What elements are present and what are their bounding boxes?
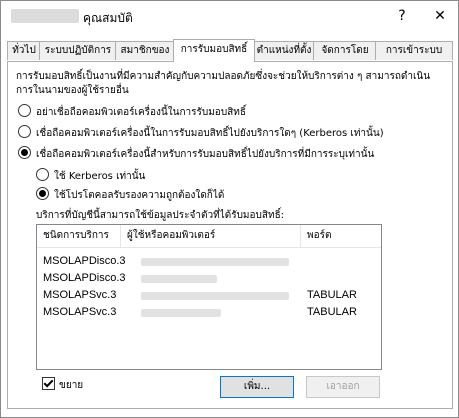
radio-label: อย่าเชื่อถือคอมพิวเตอร์เครื่องนี้ในการรั…: [36, 107, 246, 118]
table-row[interactable]: MSOLAPSvc.3 TABULAR: [37, 304, 381, 321]
add-button[interactable]: เพิ่ม...: [220, 376, 294, 398]
radio-trust-any-service[interactable]: เชื่อถือคอมพิวเตอร์เครื่องนี้ในการรับมอบ…: [18, 125, 384, 141]
radio-trust-specified-services[interactable]: เชื่อถือคอมพิวเตอร์เครื่องนี้สำหรับการรั…: [18, 146, 374, 162]
column-header-port[interactable]: พอร์ต: [301, 225, 381, 247]
radio-kerberos-only[interactable]: ใช้ Kerberos เท่านั้น: [36, 168, 145, 184]
tab-operating-system[interactable]: ระบบปฏิบัติการ: [39, 41, 117, 60]
services-list[interactable]: ชนิดการบริการ ผู้ใช้หรือคอมพิวเตอร์ พอร์…: [36, 224, 382, 370]
service-type-cell: MSOLAPSvc.3: [43, 306, 117, 318]
radio-unselected-icon[interactable]: [18, 104, 31, 117]
radio-selected-icon[interactable]: [36, 187, 49, 200]
window-title: คุณสมบัติ: [83, 11, 133, 25]
list-header: ชนิดการบริการ ผู้ใช้หรือคอมพิวเตอร์ พอร์…: [37, 225, 381, 248]
port-cell: TABULAR: [307, 306, 357, 318]
radio-selected-icon[interactable]: [18, 146, 31, 159]
tab-member-of[interactable]: สมาชิกของ: [115, 41, 175, 60]
radio-label: ใช้โปรโตคอลรับรองความถูกต้องใดก็ได้: [54, 190, 225, 201]
close-button[interactable]: ✕: [425, 5, 455, 27]
redacted-host-cell: [141, 292, 289, 300]
tab-dial-in[interactable]: การเข้าระบบ: [375, 41, 453, 60]
column-header-user-or-computer[interactable]: ผู้ใช้หรือคอมพิวเตอร์: [121, 225, 301, 247]
radio-label: เชื่อถือคอมพิวเตอร์เครื่องนี้ในการรับมอบ…: [36, 128, 384, 139]
tab-delegation[interactable]: การรับมอบสิทธิ์: [173, 39, 255, 62]
redacted-computer-name: [11, 9, 79, 23]
redacted-host-cell: [141, 309, 221, 317]
remove-button[interactable]: เอาออก: [306, 376, 380, 398]
tab-strip: ทั่วไป ระบบปฏิบัติการ สมาชิกของ การรับมอ…: [7, 39, 453, 62]
radio-do-not-trust[interactable]: อย่าเชื่อถือคอมพิวเตอร์เครื่องนี้ในการรั…: [18, 104, 246, 120]
delegation-description: การรับมอบสิทธิ์เป็นงานที่มีความสำคัญกับค…: [16, 71, 431, 96]
checkbox-checked-icon[interactable]: [42, 377, 55, 390]
expand-label: ขยาย: [59, 380, 84, 391]
properties-dialog: คุณสมบัติ ? ✕ ทั่วไป ระบบปฏิบัติการ สมาช…: [0, 0, 459, 418]
expand-checkbox-row[interactable]: ขยาย: [42, 377, 83, 393]
title-bar: คุณสมบัติ ? ✕: [1, 1, 458, 33]
radio-label: ใช้ Kerberos เท่านั้น: [54, 171, 146, 182]
service-type-cell: MSOLAPSvc.3: [43, 289, 117, 301]
services-list-label: บริการที่บัญชีนี้สามารถใช้ข้อมูลประจำตัว…: [36, 210, 285, 221]
column-header-service-type[interactable]: ชนิดการบริการ: [37, 225, 121, 247]
port-cell: TABULAR: [307, 289, 357, 301]
table-row[interactable]: MSOLAPDisco.3: [37, 270, 381, 287]
tab-location[interactable]: ตำแหน่งที่ตั้ง: [253, 41, 315, 60]
radio-label: เชื่อถือคอมพิวเตอร์เครื่องนี้สำหรับการรั…: [36, 149, 375, 160]
table-row[interactable]: MSOLAPDisco.3: [37, 253, 381, 270]
radio-unselected-icon[interactable]: [36, 168, 49, 181]
service-type-cell: MSOLAPDisco.3: [43, 272, 126, 284]
delegation-panel: การรับมอบสิทธิ์เป็นงานที่มีความสำคัญกับค…: [7, 61, 453, 409]
tab-managed-by[interactable]: จัดการโดย: [313, 41, 377, 60]
redacted-host-cell: [141, 258, 289, 266]
help-button[interactable]: ?: [387, 5, 417, 27]
radio-unselected-icon[interactable]: [18, 125, 31, 138]
tab-general[interactable]: ทั่วไป: [7, 41, 41, 60]
service-type-cell: MSOLAPDisco.3: [43, 255, 126, 267]
radio-any-protocol[interactable]: ใช้โปรโตคอลรับรองความถูกต้องใดก็ได้: [36, 187, 224, 203]
redacted-host-cell: [141, 275, 217, 283]
table-row[interactable]: MSOLAPSvc.3 TABULAR: [37, 287, 381, 304]
